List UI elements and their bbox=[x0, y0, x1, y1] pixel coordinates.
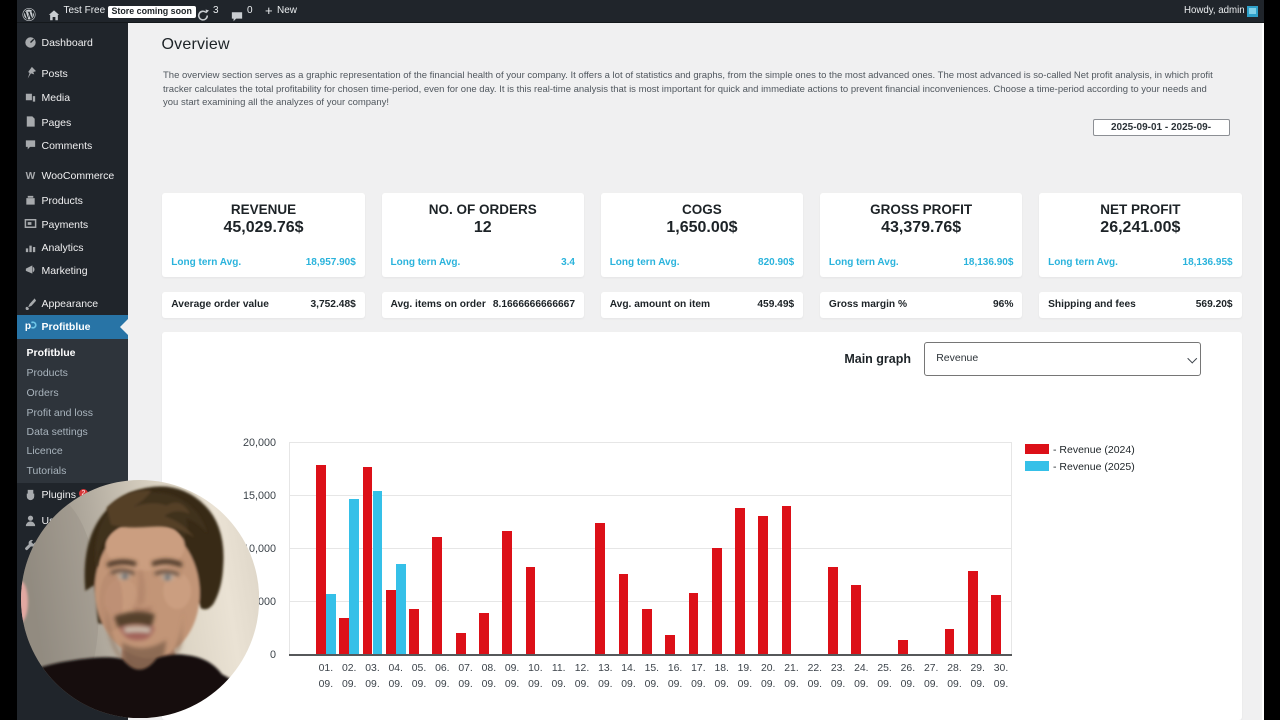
svg-text:p: p bbox=[24, 321, 30, 332]
svg-text:W: W bbox=[25, 171, 35, 182]
